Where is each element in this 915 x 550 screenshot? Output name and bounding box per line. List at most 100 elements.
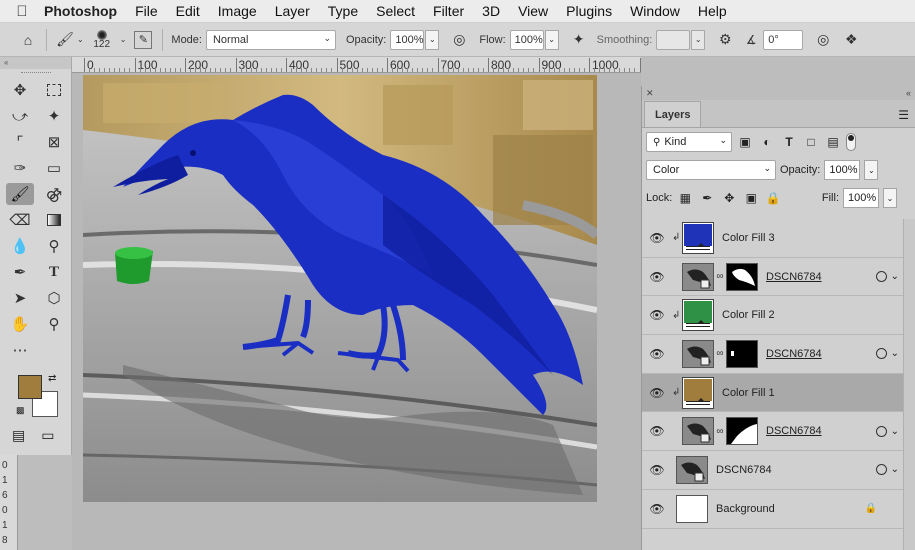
pressure-opacity-icon[interactable]: ◎: [447, 28, 471, 52]
layer-opacity-dropdown[interactable]: ⌄: [864, 160, 879, 180]
foreground-color-swatch[interactable]: [18, 375, 42, 399]
image-filter-icon[interactable]: ▣: [736, 133, 754, 151]
visibility-eye-icon[interactable]: 👁: [642, 347, 672, 361]
visibility-eye-icon[interactable]: 👁: [642, 231, 672, 245]
filter-kind-select[interactable]: ⚲ Kind ⌄: [646, 132, 732, 152]
mask-link-icon[interactable]: ∞: [714, 426, 726, 437]
layers-scrollbar[interactable]: [903, 219, 915, 550]
layer-name[interactable]: Color Fill 2: [722, 309, 775, 321]
airbrush-icon[interactable]: ✦: [567, 28, 591, 52]
symmetry-icon[interactable]: ❖: [839, 28, 863, 52]
layer-row[interactable]: 👁 ∞ DSCN6784 ⌄: [642, 412, 903, 452]
pressure-size-icon[interactable]: ◎: [811, 28, 835, 52]
menu-edit[interactable]: Edit: [176, 3, 200, 19]
smart-object-filter-icon[interactable]: ▤: [824, 133, 842, 151]
shape-filter-icon[interactable]: □: [802, 133, 820, 151]
chevron-down-icon[interactable]: ⌄: [891, 464, 899, 475]
filter-effects-icon[interactable]: [875, 464, 887, 476]
panel-menu-icon[interactable]: ☰: [898, 108, 909, 122]
stamp-tool-icon[interactable]: ⚣: [40, 183, 68, 205]
lock-artboard-icon[interactable]: ▣: [742, 191, 760, 205]
healing-brush-tool-icon[interactable]: ▭: [40, 157, 68, 179]
home-icon[interactable]: ⌂: [16, 28, 40, 52]
menu-view[interactable]: View: [518, 3, 548, 19]
chevron-down-icon[interactable]: ⌄: [891, 271, 899, 282]
flow-input[interactable]: 100%: [509, 29, 544, 50]
visibility-eye-icon[interactable]: 👁: [642, 463, 672, 477]
layer-mask-thumbnail[interactable]: [726, 417, 758, 446]
chevron-down-icon[interactable]: ⌄: [120, 35, 127, 44]
filter-toggle[interactable]: [846, 133, 856, 151]
chevron-down-icon[interactable]: ⌄: [891, 426, 899, 437]
eraser-tool-icon[interactable]: ⌫: [6, 209, 34, 231]
tools-collapse-icon[interactable]: «: [0, 57, 71, 69]
canvas-area[interactable]: [72, 73, 641, 550]
marquee-tool-icon[interactable]: [40, 79, 68, 101]
layer-row-selected[interactable]: 👁 ↲ Color Fill 1: [642, 373, 903, 413]
visibility-eye-icon[interactable]: 👁: [642, 270, 672, 284]
eyedropper-tool-icon[interactable]: ✑: [6, 157, 34, 179]
layer-row[interactable]: 👁 DSCN6784 ⌄: [642, 451, 903, 490]
menu-image[interactable]: Image: [218, 3, 257, 19]
layer-row[interactable]: 👁 ↲ Color Fill 3: [642, 219, 903, 258]
dodge-tool-icon[interactable]: ⚲: [40, 235, 68, 257]
collapse-icon[interactable]: «: [906, 88, 911, 98]
hand-tool-icon[interactable]: ✋: [6, 313, 34, 335]
smart-object-thumbnail[interactable]: [682, 417, 714, 446]
swap-colors-icon[interactable]: ⇄: [48, 373, 56, 384]
flow-dropdown[interactable]: ⌄: [544, 29, 559, 50]
menu-plugins[interactable]: Plugins: [566, 3, 612, 19]
mode-select[interactable]: Normal ⌄: [205, 29, 336, 50]
frame-tool-icon[interactable]: ⊠: [40, 131, 68, 153]
fill-dropdown[interactable]: ⌄: [883, 188, 897, 208]
layer-opacity-input[interactable]: 100%: [824, 160, 861, 180]
gradient-tool-icon[interactable]: [40, 209, 68, 231]
layer-row[interactable]: 👁 Background 🔒: [642, 489, 903, 529]
layer-row[interactable]: 👁 ∞ DSCN6784 ⌄: [642, 335, 903, 374]
type-filter-icon[interactable]: T: [780, 133, 798, 151]
more-tools-icon[interactable]: ⋯: [6, 339, 34, 361]
document-canvas[interactable]: [83, 75, 597, 502]
crop-tool-icon[interactable]: ⌜: [6, 131, 34, 153]
filter-effects-icon[interactable]: [875, 348, 887, 360]
layer-name[interactable]: Color Fill 3: [722, 232, 775, 244]
layer-name[interactable]: Background: [716, 503, 775, 515]
shape-tool-icon[interactable]: ⬡: [40, 287, 68, 309]
layer-mask-thumbnail[interactable]: [726, 262, 758, 291]
visibility-eye-icon[interactable]: 👁: [642, 386, 672, 400]
adjustment-filter-icon[interactable]: ◐: [758, 133, 776, 151]
zoom-tool-icon[interactable]: ⚲: [40, 313, 68, 335]
visibility-eye-icon[interactable]: 👁: [642, 424, 672, 438]
smart-object-thumbnail[interactable]: [682, 262, 714, 291]
angle-input[interactable]: 0°: [763, 29, 804, 50]
path-selection-tool-icon[interactable]: ➤: [6, 287, 34, 309]
smoothing-input[interactable]: [656, 29, 691, 50]
layer-mask-thumbnail[interactable]: [726, 339, 758, 368]
menu-layer[interactable]: Layer: [275, 3, 310, 19]
lock-transparency-icon[interactable]: ▦: [676, 191, 694, 205]
filter-effects-icon[interactable]: [875, 425, 887, 437]
opacity-dropdown[interactable]: ⌄: [425, 29, 440, 50]
color-fill-thumbnail[interactable]: [682, 221, 714, 254]
mask-link-icon[interactable]: ∞: [714, 271, 726, 282]
brush-tool-preset-icon[interactable]: 🖌: [53, 28, 77, 52]
blend-mode-select[interactable]: Color ⌄: [646, 160, 776, 180]
vertical-ruler[interactable]: 0 1 6 0 1 8: [0, 455, 18, 550]
quick-mask-icon[interactable]: ▤: [12, 427, 25, 444]
visibility-eye-icon[interactable]: 👁: [642, 308, 672, 322]
brush-size-picker[interactable]: 122: [88, 29, 116, 50]
menu-select[interactable]: Select: [376, 3, 415, 19]
lock-all-icon[interactable]: 🔒: [764, 191, 782, 205]
visibility-eye-icon[interactable]: 👁: [642, 502, 672, 516]
menu-file[interactable]: File: [135, 3, 158, 19]
tab-layers[interactable]: Layers: [644, 101, 702, 127]
app-name[interactable]: Photoshop: [44, 3, 117, 19]
layer-name[interactable]: DSCN6784: [766, 348, 822, 360]
type-tool-icon[interactable]: T: [40, 261, 68, 283]
layer-name[interactable]: DSCN6784: [766, 271, 822, 283]
move-tool-icon[interactable]: ✥: [6, 79, 34, 101]
menu-type[interactable]: Type: [328, 3, 358, 19]
layer-name[interactable]: DSCN6784: [716, 464, 772, 476]
brush-tool-icon[interactable]: 🖌: [6, 183, 34, 205]
apple-icon[interactable]: : [0, 3, 44, 20]
